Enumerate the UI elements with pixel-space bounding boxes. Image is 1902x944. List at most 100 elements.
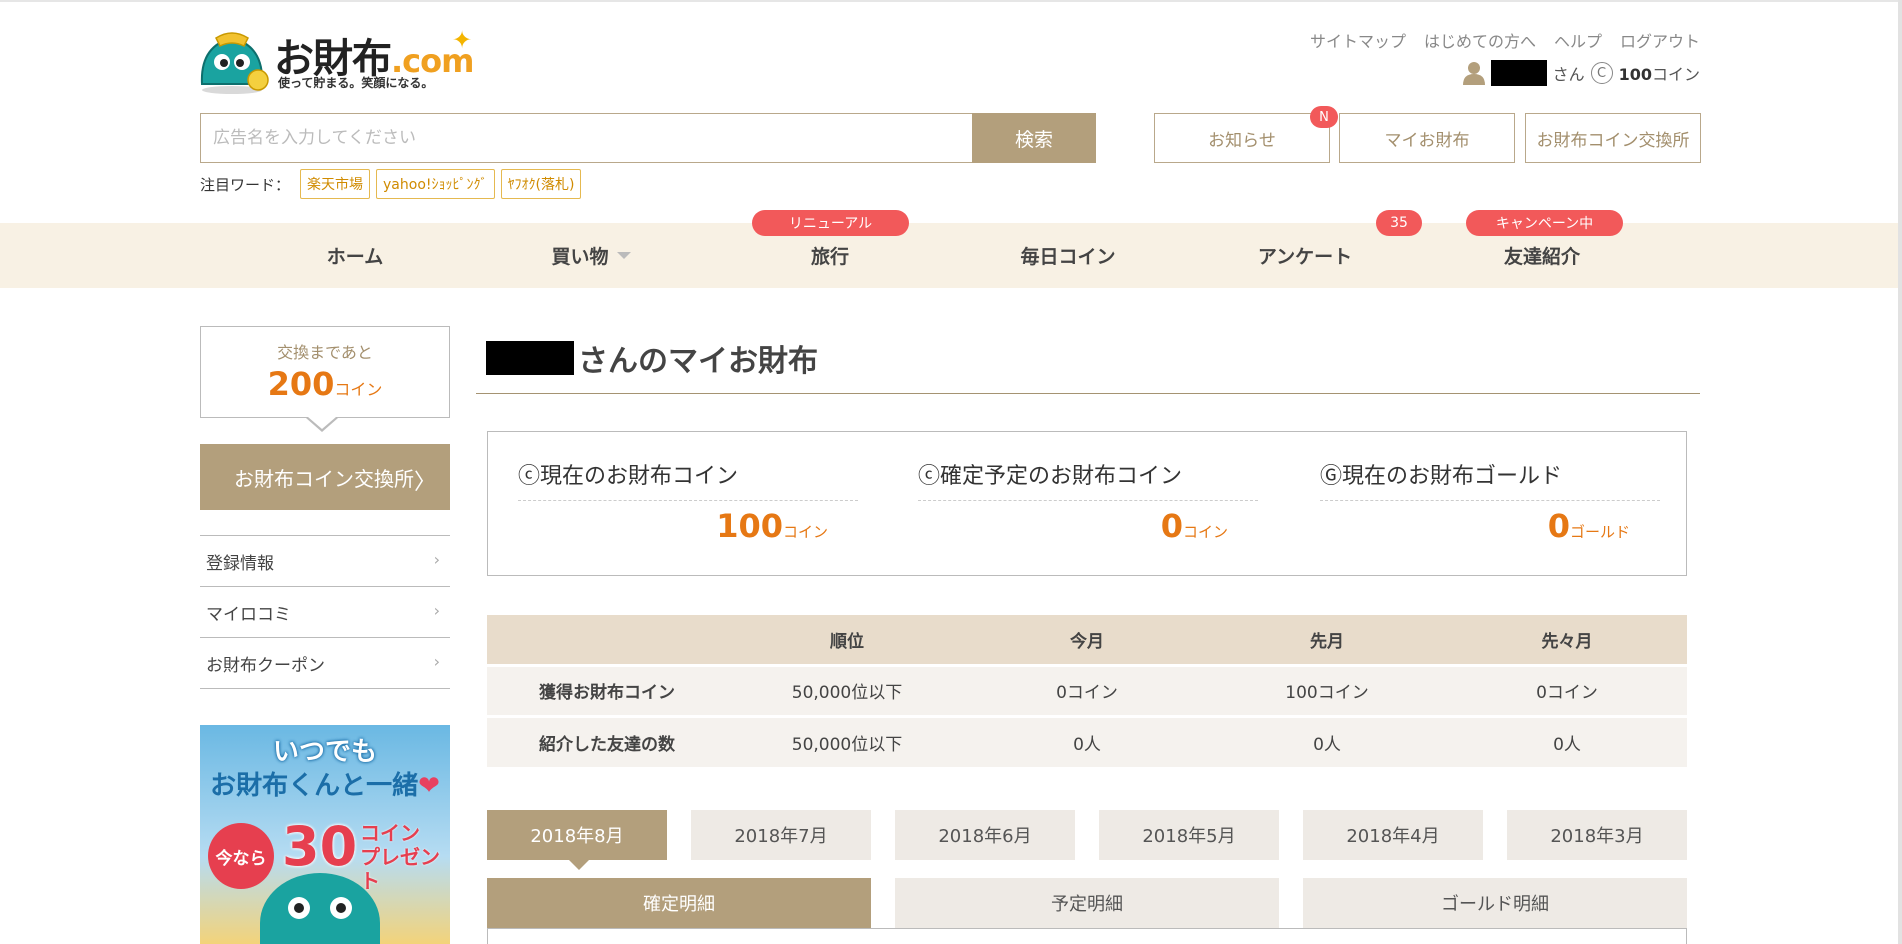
tab-month-2018-04[interactable]: 2018年4月 (1303, 810, 1483, 860)
logo-tagline: 使って貯まる。笑顔になる。 (278, 76, 434, 90)
user-status: さん C 100コイン (1462, 60, 1700, 86)
nav-shopping-label: 買い物 (551, 246, 609, 268)
coin-unit: コイン (1651, 65, 1700, 84)
link-logout[interactable]: ログアウト (1620, 28, 1700, 52)
ranking-table: 順位 今月 先月 先々月 獲得お財布コイン 50,000位以下 0コイン 100… (487, 615, 1687, 767)
tab-pending-details[interactable]: 予定明細 (895, 878, 1279, 928)
table-header (487, 615, 727, 665)
sidebar-exchange-button[interactable]: お財布コイン交換所 〉 (200, 444, 450, 510)
tab-month-2018-06[interactable]: 2018年6月 (895, 810, 1075, 860)
pending-coin-label: ⓒ確定予定のお財布コイン (918, 458, 1258, 501)
my-wallet-button[interactable]: マイお財布 (1339, 113, 1515, 163)
coin-exchange-button[interactable]: お財布コイン交換所 (1525, 113, 1701, 163)
banner-line2: お財布くんと一緒❤ (210, 771, 440, 801)
user-icon (1462, 62, 1485, 85)
sidebar-item-label: 登録情報 (206, 553, 274, 574)
mascot-eye (288, 897, 310, 919)
title-divider (476, 393, 1700, 394)
heart-icon: ❤ (418, 771, 440, 801)
banner-big-number: 30 (282, 815, 358, 878)
exchange-progress-box: 交換まであと 200コイン (200, 326, 450, 418)
site-logo[interactable]: お財布.com ✦ 使って貯まる。笑顔になる。 (198, 26, 488, 94)
search-button[interactable]: 検索 (972, 113, 1096, 163)
hotword-yahoo-auction[interactable]: ﾔﾌｵｸ(落札) (500, 169, 582, 199)
link-sitemap[interactable]: サイトマップ (1310, 28, 1406, 52)
tab-month-2018-07[interactable]: 2018年7月 (691, 810, 871, 860)
pending-coin-value: 0コイン (1160, 507, 1228, 545)
coin-count: 100 (1618, 65, 1652, 84)
top-border (0, 0, 1902, 2)
promo-banner[interactable]: いつでも お財布くんと一緒❤ 今なら 30 コイン プレゼント (200, 725, 450, 944)
news-label: お知らせ (1208, 130, 1276, 151)
gold-value: 0ゴールド (1547, 507, 1630, 545)
current-coin-label: ⓒ現在のお財布コイン (518, 458, 858, 501)
caret-down-icon (616, 252, 631, 259)
news-badge: N (1310, 106, 1338, 128)
sidebar-item-my-reviews[interactable]: マイロコミ › (200, 587, 450, 638)
table-row: 紹介した友達の数 50,000位以下 0人 0人 0人 (487, 714, 1687, 767)
hot-words-label: 注目ワード： (200, 175, 291, 194)
redacted-username (1490, 60, 1547, 86)
hotword-yahoo-shopping[interactable]: yahoo!ｼｮｯﾋﾟﾝｸﾞ (376, 169, 495, 199)
table-header: 今月 (967, 615, 1207, 665)
gold-block: Ⓖ現在のお財布ゴールド 0ゴールド (1290, 432, 1660, 577)
table-row: 獲得お財布コイン 50,000位以下 0コイン 100コイン 0コイン (487, 663, 1687, 716)
hotword-rakuten[interactable]: 楽天市場 (300, 169, 371, 199)
travel-renewal-badge: リニューアル (752, 210, 909, 236)
news-button[interactable]: お知らせ N (1154, 106, 1338, 163)
table-cell: 紹介した友達の数 (487, 714, 727, 767)
table-cell: 0人 (1447, 714, 1687, 767)
nav-daily-coin[interactable]: 毎日コイン (950, 223, 1186, 288)
exchange-unit: コイン (334, 380, 383, 399)
top-links: サイトマップ はじめての方へ ヘルプ ログアウト (1310, 28, 1700, 52)
sidebar-item-label: マイロコミ (206, 604, 291, 625)
coin-summary-box: ⓒ現在のお財布コイン 100コイン ⓒ確定予定のお財布コイン 0コイン Ⓖ現在の… (487, 431, 1687, 576)
tab-gold-details[interactable]: ゴールド明細 (1303, 878, 1687, 928)
sidebar-item-registration[interactable]: 登録情報 › (200, 536, 450, 587)
sparkle-icon: ✦ (452, 26, 473, 54)
table-header: 先月 (1207, 615, 1447, 665)
table-cell: 0人 (967, 714, 1207, 767)
page-title-text: さんのマイお財布 (578, 344, 818, 379)
exchange-value: 200 (267, 365, 335, 403)
chevron-right-icon: › (433, 652, 440, 671)
current-coin-block: ⓒ現在のお財布コイン 100コイン (488, 432, 858, 577)
page-title: さんのマイお財布 (486, 336, 818, 380)
nav-shopping[interactable]: 買い物 (473, 223, 709, 288)
user-suffix: さん (1552, 65, 1585, 84)
sidebar-item-coupon[interactable]: お財布クーポン › (200, 638, 450, 689)
table-cell: 50,000位以下 (727, 714, 967, 767)
nav-home[interactable]: ホーム (237, 223, 473, 288)
coin-icon: C (1590, 62, 1613, 84)
table-cell: 100コイン (1207, 663, 1447, 716)
banner-now-pill: 今なら (208, 823, 274, 889)
table-cell: 0コイン (1447, 663, 1687, 716)
search-input[interactable] (200, 113, 972, 163)
banner-line1: いつでも (272, 737, 377, 767)
search-bar: 検索 (200, 113, 1096, 163)
table-header: 先々月 (1447, 615, 1687, 665)
tab-confirmed-details[interactable]: 確定明細 (487, 878, 871, 928)
pending-coin-block: ⓒ確定予定のお財布コイン 0コイン (888, 432, 1258, 577)
exchange-remaining: 200コイン (201, 365, 449, 403)
link-help[interactable]: ヘルプ (1554, 28, 1602, 52)
callout-arrow-inner (308, 417, 336, 429)
hot-words: 注目ワード： 楽天市場 yahoo!ｼｮｯﾋﾟﾝｸﾞ ﾔﾌｵｸ(落札) (200, 169, 582, 199)
sidebar-item-label: お財布クーポン (206, 655, 325, 676)
tab-month-2018-03[interactable]: 2018年3月 (1507, 810, 1687, 860)
scrollbar[interactable] (1898, 0, 1902, 944)
tab-month-2018-08[interactable]: 2018年8月 (487, 810, 667, 870)
table-header: 順位 (727, 615, 967, 665)
link-beginners[interactable]: はじめての方へ (1424, 28, 1536, 52)
chevron-right-icon: › (433, 601, 440, 620)
tab-month-2018-05[interactable]: 2018年5月 (1099, 810, 1279, 860)
table-header-row: 順位 今月 先月 先々月 (487, 615, 1687, 665)
current-coin-value: 100コイン (716, 507, 828, 545)
survey-count-badge: 35 (1376, 210, 1422, 236)
redacted-username (486, 341, 574, 375)
wallet-mascot-icon (200, 32, 269, 94)
banner-coin-present: コイン プレゼント (360, 821, 440, 893)
table-cell: 50,000位以下 (727, 663, 967, 716)
details-panel (487, 928, 1687, 944)
sidebar-exchange-label: お財布コイン交換所 (234, 466, 414, 491)
